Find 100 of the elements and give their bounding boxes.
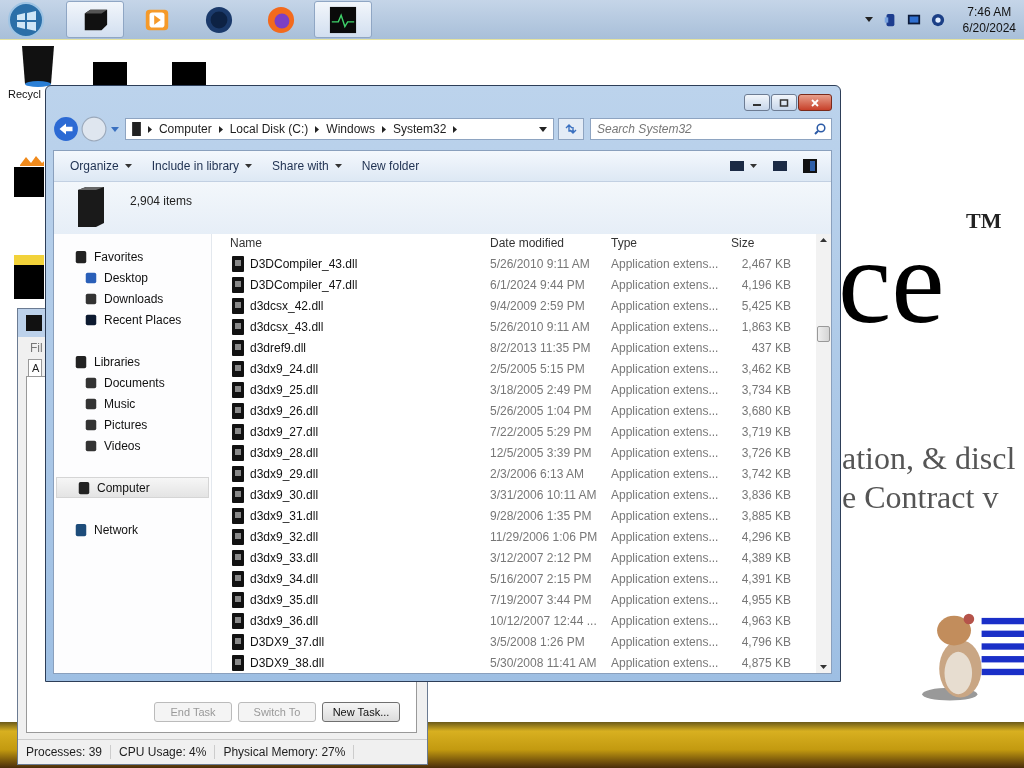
- file-name[interactable]: D3DCompiler_43.dll: [250, 256, 490, 271]
- navigation-item[interactable]: Favorites: [54, 246, 211, 267]
- date-modified: 12/5/2005 3:39 PM: [490, 445, 593, 460]
- item-count: 2,904 items: [130, 194, 193, 208]
- file-name[interactable]: d3dref9.dll: [250, 340, 490, 355]
- scrollbar[interactable]: [816, 234, 831, 673]
- file-type: Application extens...: [611, 508, 720, 523]
- scrollbar-thumb[interactable]: [817, 326, 830, 342]
- file-name[interactable]: d3dx9_31.dll: [250, 508, 490, 523]
- file-name[interactable]: D3DX9_38.dll: [250, 655, 490, 670]
- file-name[interactable]: d3dx9_28.dll: [250, 445, 490, 460]
- close-button[interactable]: [798, 94, 832, 111]
- file-size: 2,467 KB: [740, 256, 791, 271]
- file-type: Application extens...: [611, 382, 720, 397]
- chevron-icon[interactable]: [315, 125, 320, 133]
- toolbar-button[interactable]: Include in library: [143, 156, 261, 176]
- file-name[interactable]: d3dx9_33.dll: [250, 550, 490, 565]
- minimize-button[interactable]: [744, 94, 770, 111]
- file-name[interactable]: d3dx9_34.dll: [250, 571, 490, 586]
- breadcrumb-item[interactable]: System32: [393, 122, 447, 136]
- file-name[interactable]: d3dx9_30.dll: [250, 487, 490, 502]
- redacted-icon[interactable]: [172, 62, 206, 88]
- navigation-item[interactable]: Computer: [56, 477, 209, 498]
- clock[interactable]: 7:46 AM 6/20/2024: [954, 3, 1024, 36]
- scroll-down-icon[interactable]: [820, 665, 827, 669]
- date-modified: 3/5/2008 1:26 PM: [490, 634, 586, 649]
- flame-icon[interactable]: [14, 155, 44, 199]
- menu-item[interactable]: Fil: [30, 341, 43, 355]
- start-button[interactable]: [8, 1, 44, 38]
- redacted-icon[interactable]: [93, 62, 127, 88]
- chevron-icon[interactable]: [453, 125, 458, 133]
- date-modified: 9/4/2009 2:59 PM: [490, 298, 586, 313]
- date-modified: 8/2/2013 11:35 PM: [490, 340, 592, 355]
- column-header[interactable]: Size: [731, 236, 803, 253]
- navigation-item[interactable]: Music: [54, 393, 211, 414]
- file-type: Application extens...: [611, 613, 720, 628]
- breadcrumb-item[interactable]: Computer: [158, 122, 212, 136]
- device-icon[interactable]: [882, 12, 897, 27]
- taskbar-button[interactable]: [314, 1, 372, 38]
- file-icon: [232, 633, 244, 650]
- file-icon: [232, 465, 244, 482]
- breadcrumb-item[interactable]: Local Disk (C:): [229, 122, 309, 136]
- refresh-button[interactable]: [558, 118, 584, 140]
- file-name[interactable]: d3dx9_25.dll: [250, 382, 490, 397]
- refresh-icon: [564, 122, 579, 136]
- breadcrumb-item[interactable]: Windows: [326, 122, 375, 136]
- file-name[interactable]: d3dx9_27.dll: [250, 424, 490, 439]
- file-name[interactable]: d3dcsx_42.dll: [250, 298, 490, 313]
- file-name[interactable]: d3dcsx_43.dll: [250, 319, 490, 334]
- file-size: 5,425 KB: [740, 298, 791, 313]
- toolbar-button[interactable]: New folder: [353, 156, 428, 176]
- navigation-item[interactable]: Pictures: [54, 414, 211, 435]
- file-type: Application extens...: [611, 340, 720, 355]
- date-modified: 2/3/2006 6:13 AM: [490, 466, 586, 481]
- file-size: 4,963 KB: [740, 613, 791, 628]
- globe-icon: [205, 5, 233, 34]
- navigation-item[interactable]: Videos: [54, 435, 211, 456]
- dropdown-arrow-icon[interactable]: [539, 126, 548, 132]
- file-name[interactable]: D3DX9_37.dll: [250, 634, 490, 649]
- navigation-item[interactable]: Libraries: [54, 351, 211, 372]
- navigation-item[interactable]: Recent Places: [54, 309, 211, 330]
- maximize-button[interactable]: [771, 94, 797, 111]
- file-name[interactable]: d3dx9_32.dll: [250, 529, 490, 544]
- file-name[interactable]: d3dx9_36.dll: [250, 613, 490, 628]
- date-modified: 11/29/2006 1:06 PM: [490, 529, 599, 544]
- file-size: 3,726 KB: [740, 445, 791, 460]
- dialog-button[interactable]: New Task...: [322, 702, 400, 722]
- file-type: Application extens...: [611, 550, 720, 565]
- status-bar-pane: Physical Memory: 27%: [215, 745, 355, 759]
- caret-icon: [124, 164, 132, 168]
- column-header[interactable]: Type: [611, 236, 731, 253]
- caret-icon[interactable]: [864, 17, 873, 22]
- navigation-item[interactable]: Network: [54, 519, 211, 540]
- desktop-icon-label[interactable]: Recycl: [8, 88, 41, 100]
- file-icon: [232, 423, 244, 440]
- file-type: Application extens...: [611, 403, 720, 418]
- search-field[interactable]: Search System32: [590, 118, 832, 140]
- file-icon: [232, 549, 244, 566]
- chevron-icon[interactable]: [218, 125, 223, 133]
- file-name[interactable]: d3dx9_35.dll: [250, 592, 490, 607]
- scroll-up-icon[interactable]: [820, 238, 827, 242]
- tab[interactable]: A: [28, 359, 43, 376]
- file-name[interactable]: D3DCompiler_47.dll: [250, 277, 490, 292]
- taskbar-button[interactable]: [66, 1, 124, 38]
- chevron-icon[interactable]: [147, 125, 152, 133]
- file-name[interactable]: d3dx9_26.dll: [250, 403, 490, 418]
- navigation-item[interactable]: Downloads: [54, 288, 211, 309]
- file-name[interactable]: d3dx9_29.dll: [250, 466, 490, 481]
- column-header[interactable]: Date modified: [490, 236, 611, 253]
- file-name[interactable]: d3dx9_24.dll: [250, 361, 490, 376]
- sun-icon[interactable]: [14, 255, 44, 299]
- navigation-item[interactable]: Documents: [54, 372, 211, 393]
- back-button[interactable]: [53, 116, 79, 142]
- navigation-item[interactable]: Desktop: [54, 267, 211, 288]
- column-header[interactable]: Name: [230, 236, 490, 253]
- address-bar[interactable]: Computer Local Disk (C:) Windows System32: [124, 118, 555, 140]
- screen-icon[interactable]: [906, 12, 921, 27]
- toolbar-button[interactable]: Organize: [62, 156, 140, 176]
- toolbar-button[interactable]: Share with: [264, 156, 350, 176]
- chevron-icon[interactable]: [382, 125, 386, 133]
